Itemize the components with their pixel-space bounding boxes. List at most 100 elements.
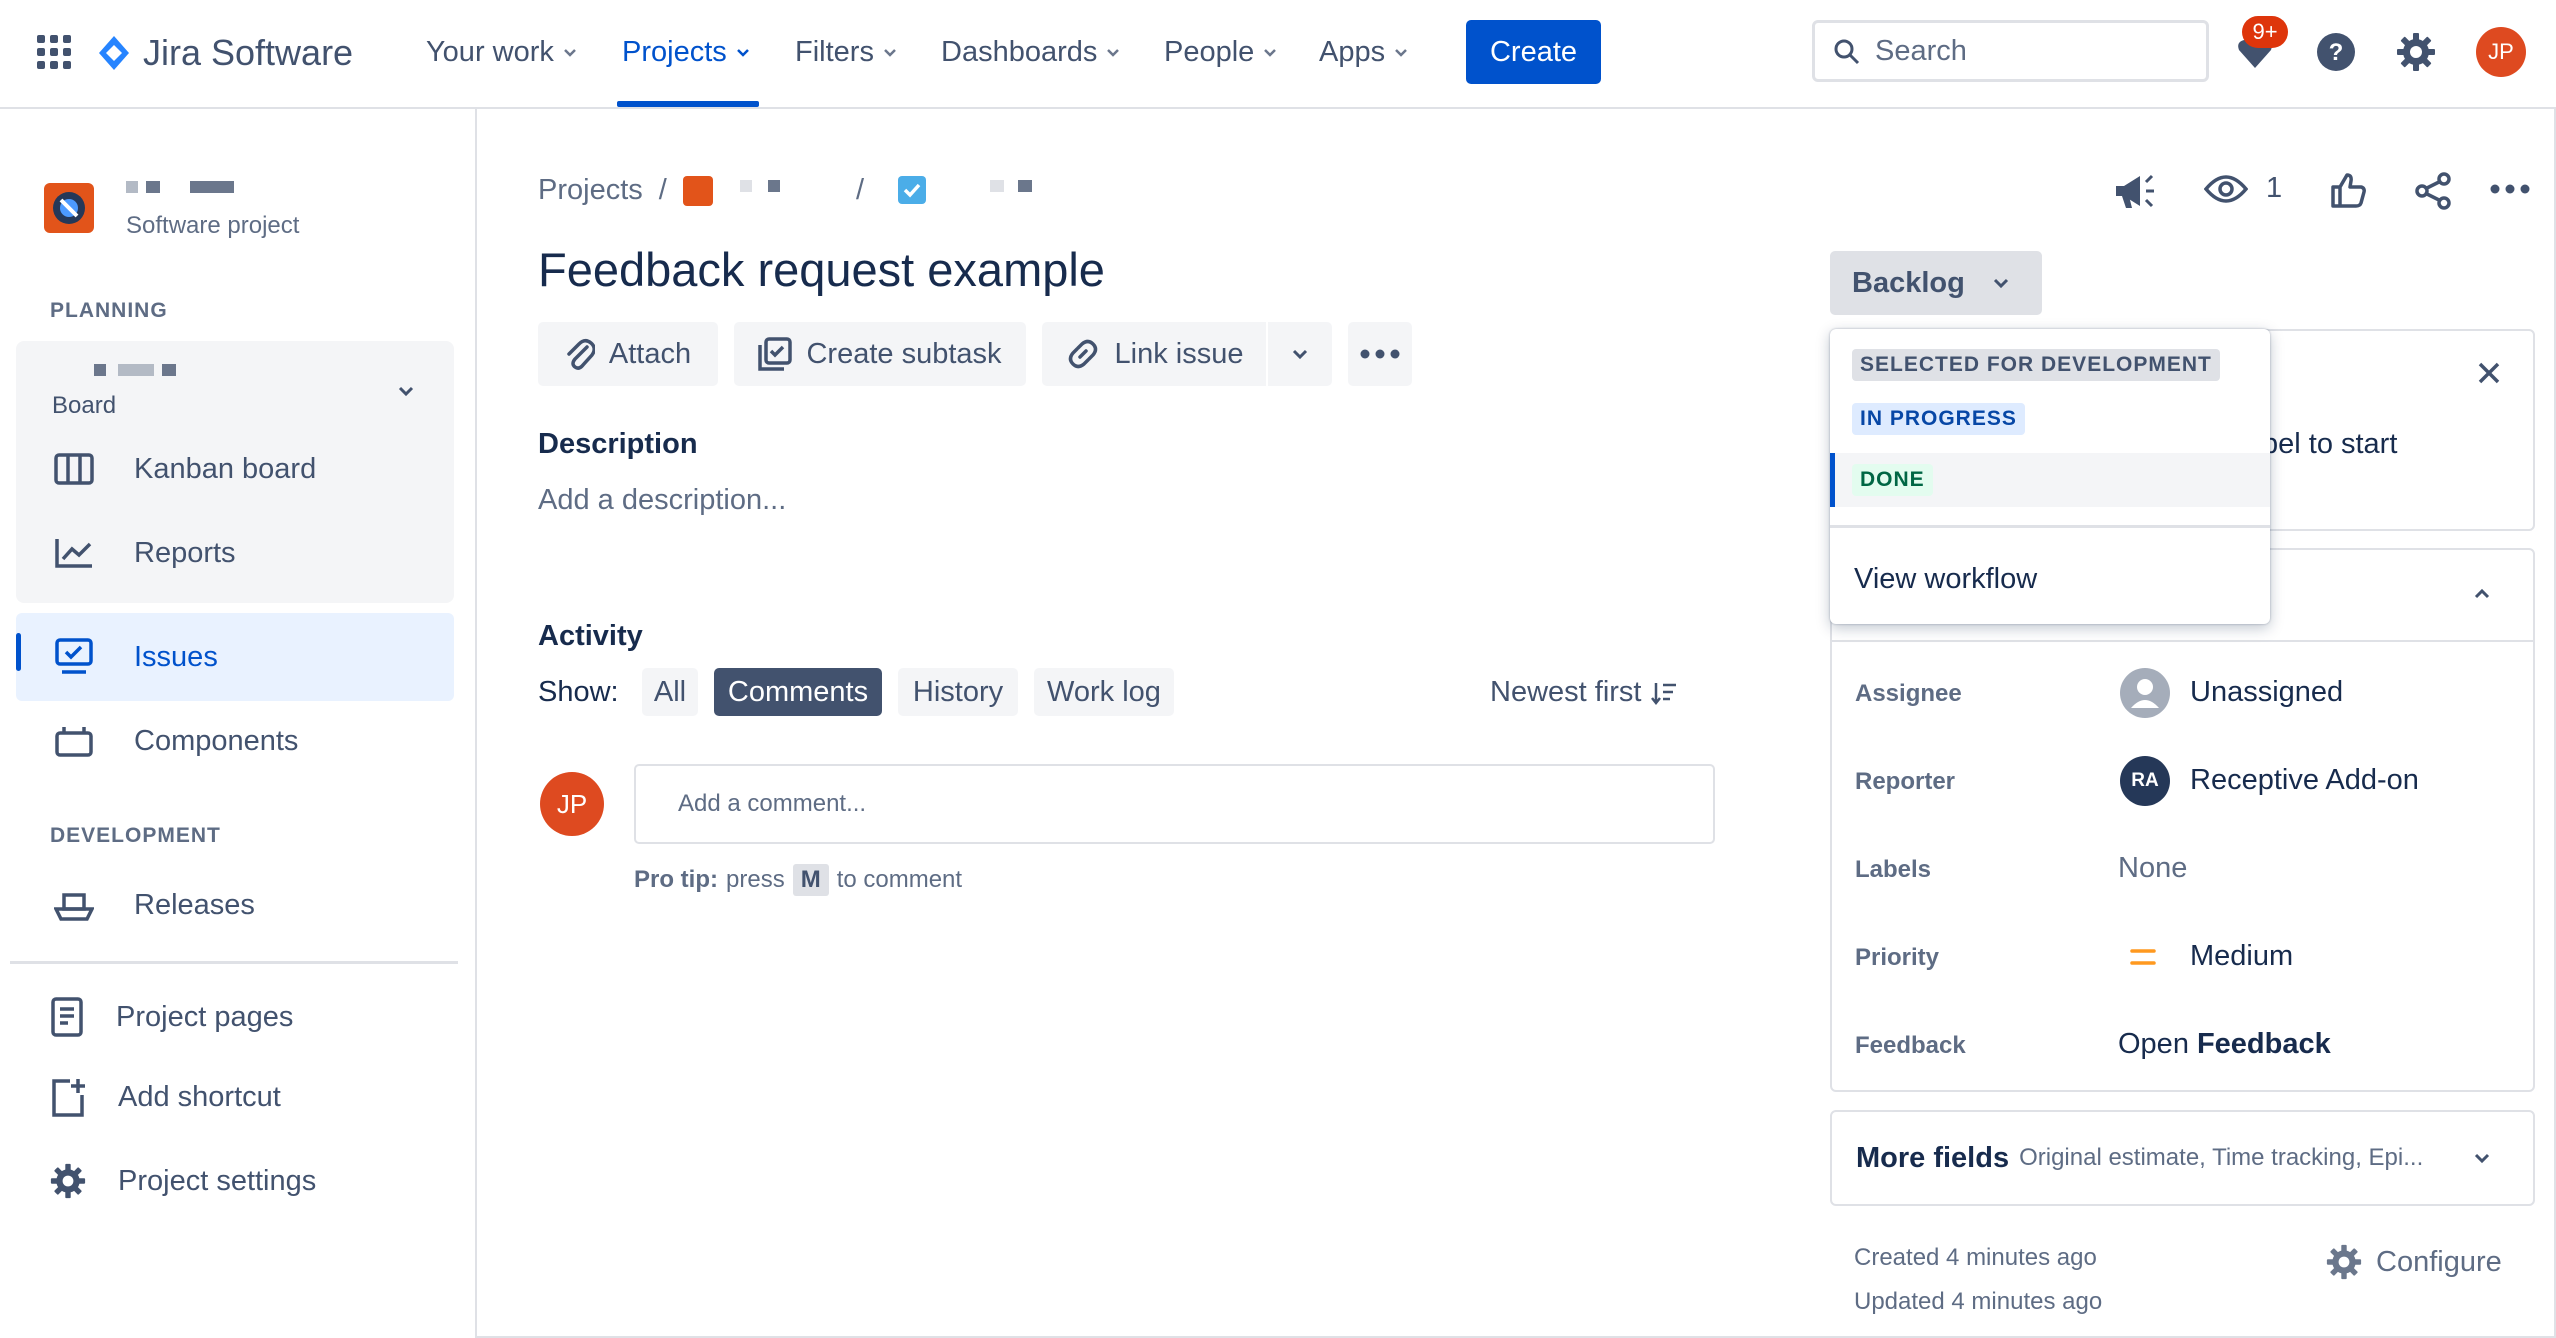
thumbs-up-icon[interactable] — [2330, 172, 2366, 208]
pro-tip-text: to comment — [836, 866, 963, 893]
chevron-down-icon — [1395, 49, 1407, 57]
link-issue-dropdown-button[interactable] — [1268, 322, 1332, 386]
sort-newest-first[interactable]: Newest first — [1490, 676, 1677, 709]
redacted-project-name — [190, 181, 234, 193]
chevron-up-icon[interactable] — [2472, 584, 2492, 604]
sidebar-item-reports[interactable]: Reports — [54, 529, 236, 577]
help-icon[interactable]: ? — [2316, 32, 2356, 72]
sidebar-item-project-pages[interactable]: Project pages — [50, 993, 293, 1041]
sidebar-item-kanban-board[interactable]: Kanban board — [54, 445, 316, 493]
project-avatar[interactable] — [44, 183, 94, 233]
sidebar-divider — [10, 961, 458, 964]
feedback-value: Feedback — [2196, 1028, 2331, 1060]
task-type-icon[interactable] — [898, 176, 926, 204]
status-option-in-progress[interactable]: IN PROGRESS — [1830, 395, 2270, 443]
priority-medium-icon — [2130, 949, 2156, 965]
chevron-down-icon[interactable] — [396, 381, 416, 401]
filter-all[interactable]: All — [642, 668, 698, 716]
chevron-down-icon[interactable] — [2472, 1148, 2492, 1168]
nav-label: Projects — [622, 35, 727, 68]
close-icon[interactable] — [2478, 362, 2500, 384]
sidebar-item-label: Releases — [134, 888, 255, 921]
assignee-value[interactable]: Unassigned — [2190, 676, 2343, 709]
nav-filters[interactable]: Filters — [795, 30, 898, 74]
sidebar-item-releases[interactable]: Releases — [54, 881, 255, 929]
nav-apps[interactable]: Apps — [1319, 30, 1409, 74]
more-dots-icon — [1360, 349, 1400, 359]
feedback-label: Feedback — [1855, 1032, 1966, 1059]
redacted-project-name — [126, 181, 138, 193]
chevron-down-icon — [736, 49, 749, 57]
priority-value[interactable]: Medium — [2190, 940, 2293, 973]
status-option-done[interactable]: DONE — [1830, 453, 2270, 507]
labels-value[interactable]: None — [2118, 852, 2187, 885]
more-dots-icon[interactable] — [2490, 184, 2530, 194]
create-button[interactable]: Create — [1466, 20, 1601, 84]
redacted-issue-key — [1018, 180, 1032, 192]
breadcrumb-separator: / — [658, 174, 667, 206]
sidebar-item-issues[interactable]: Issues — [54, 633, 218, 681]
project-pages-icon — [51, 997, 83, 1037]
assignee-label: Assignee — [1855, 680, 1962, 707]
sidebar-item-label: Components — [134, 724, 299, 757]
chevron-down-icon — [1107, 49, 1120, 57]
reporter-value[interactable]: Receptive Add-on — [2190, 764, 2419, 797]
settings-gear-icon[interactable] — [2396, 32, 2436, 72]
issue-title[interactable]: Feedback request example — [538, 242, 1105, 297]
chevron-down-icon — [1292, 349, 1308, 360]
nav-label: Filters — [795, 35, 874, 68]
dropdown-divider — [1830, 525, 2270, 528]
feedback-megaphone-icon[interactable] — [2112, 170, 2156, 212]
nav-label: Dashboards — [941, 35, 1098, 68]
chevron-down-icon — [564, 49, 576, 57]
comment-input[interactable]: Add a comment... — [634, 764, 1715, 844]
nav-dashboards[interactable]: Dashboards — [941, 30, 1121, 74]
attach-button[interactable]: Attach — [538, 322, 718, 386]
jira-logo[interactable]: Jira Software — [97, 32, 353, 74]
link-issue-button[interactable]: Link issue — [1042, 322, 1266, 386]
status-option-selected-for-development[interactable]: SELECTED FOR DEVELOPMENT — [1830, 341, 2270, 389]
description-placeholder[interactable]: Add a description... — [538, 484, 786, 517]
status-button[interactable]: Backlog — [1830, 251, 2042, 315]
redacted-project-name — [146, 181, 160, 193]
sidebar-item-add-shortcut[interactable]: Add shortcut — [50, 1073, 281, 1121]
nav-projects[interactable]: Projects — [622, 30, 751, 74]
svg-text:?: ? — [2329, 39, 2344, 66]
details-panel — [1830, 548, 2535, 1092]
nav-label: Apps — [1319, 35, 1386, 68]
commenter-avatar: JP — [540, 772, 604, 836]
settings-gear-icon — [50, 1163, 86, 1199]
configure-button[interactable]: Configure — [2326, 1244, 2502, 1280]
sidebar-item-components[interactable]: Components — [54, 717, 298, 765]
create-subtask-button[interactable]: Create subtask — [734, 322, 1026, 386]
user-avatar[interactable]: JP — [2476, 27, 2526, 77]
redacted-breadcrumb — [768, 180, 780, 192]
nav-people[interactable]: People — [1164, 30, 1278, 74]
nav-your-work[interactable]: Your work — [426, 30, 578, 74]
view-workflow-link[interactable]: View workflow — [1854, 563, 2037, 596]
feedback-prefix: Open — [2118, 1028, 2189, 1060]
created-timestamp: Created 4 minutes ago — [1854, 1244, 2097, 1271]
more-fields-panel[interactable]: More fields Original estimate, Time trac… — [1830, 1110, 2535, 1206]
chevron-down-icon — [1264, 49, 1277, 57]
status-dropdown-menu: SELECTED FOR DEVELOPMENT IN PROGRESS DON… — [1830, 329, 2270, 624]
sidebar-item-project-settings[interactable]: Project settings — [50, 1157, 316, 1205]
status-lozenge: IN PROGRESS — [1852, 403, 2025, 435]
attach-label: Attach — [608, 337, 692, 370]
share-icon[interactable] — [2414, 172, 2452, 210]
search-input[interactable]: Search — [1812, 20, 2209, 82]
more-actions-button[interactable] — [1348, 322, 1412, 386]
feedback-link[interactable]: Open Feedback — [2118, 1028, 2331, 1061]
filter-work-log[interactable]: Work log — [1034, 668, 1174, 716]
filter-history[interactable]: History — [898, 668, 1018, 716]
filter-comments[interactable]: Comments — [714, 668, 882, 716]
breadcrumb-project-icon[interactable] — [682, 175, 713, 206]
breadcrumb-projects[interactable]: Projects — [538, 174, 643, 207]
watch-button[interactable]: 1 — [2204, 172, 2282, 205]
project-logo-icon — [53, 192, 85, 224]
settings-gear-icon — [2326, 1244, 2362, 1280]
kanban-board-icon — [54, 453, 94, 485]
eye-icon — [2204, 174, 2248, 203]
reports-chart-icon — [55, 539, 92, 568]
app-switcher-icon[interactable] — [37, 35, 71, 69]
